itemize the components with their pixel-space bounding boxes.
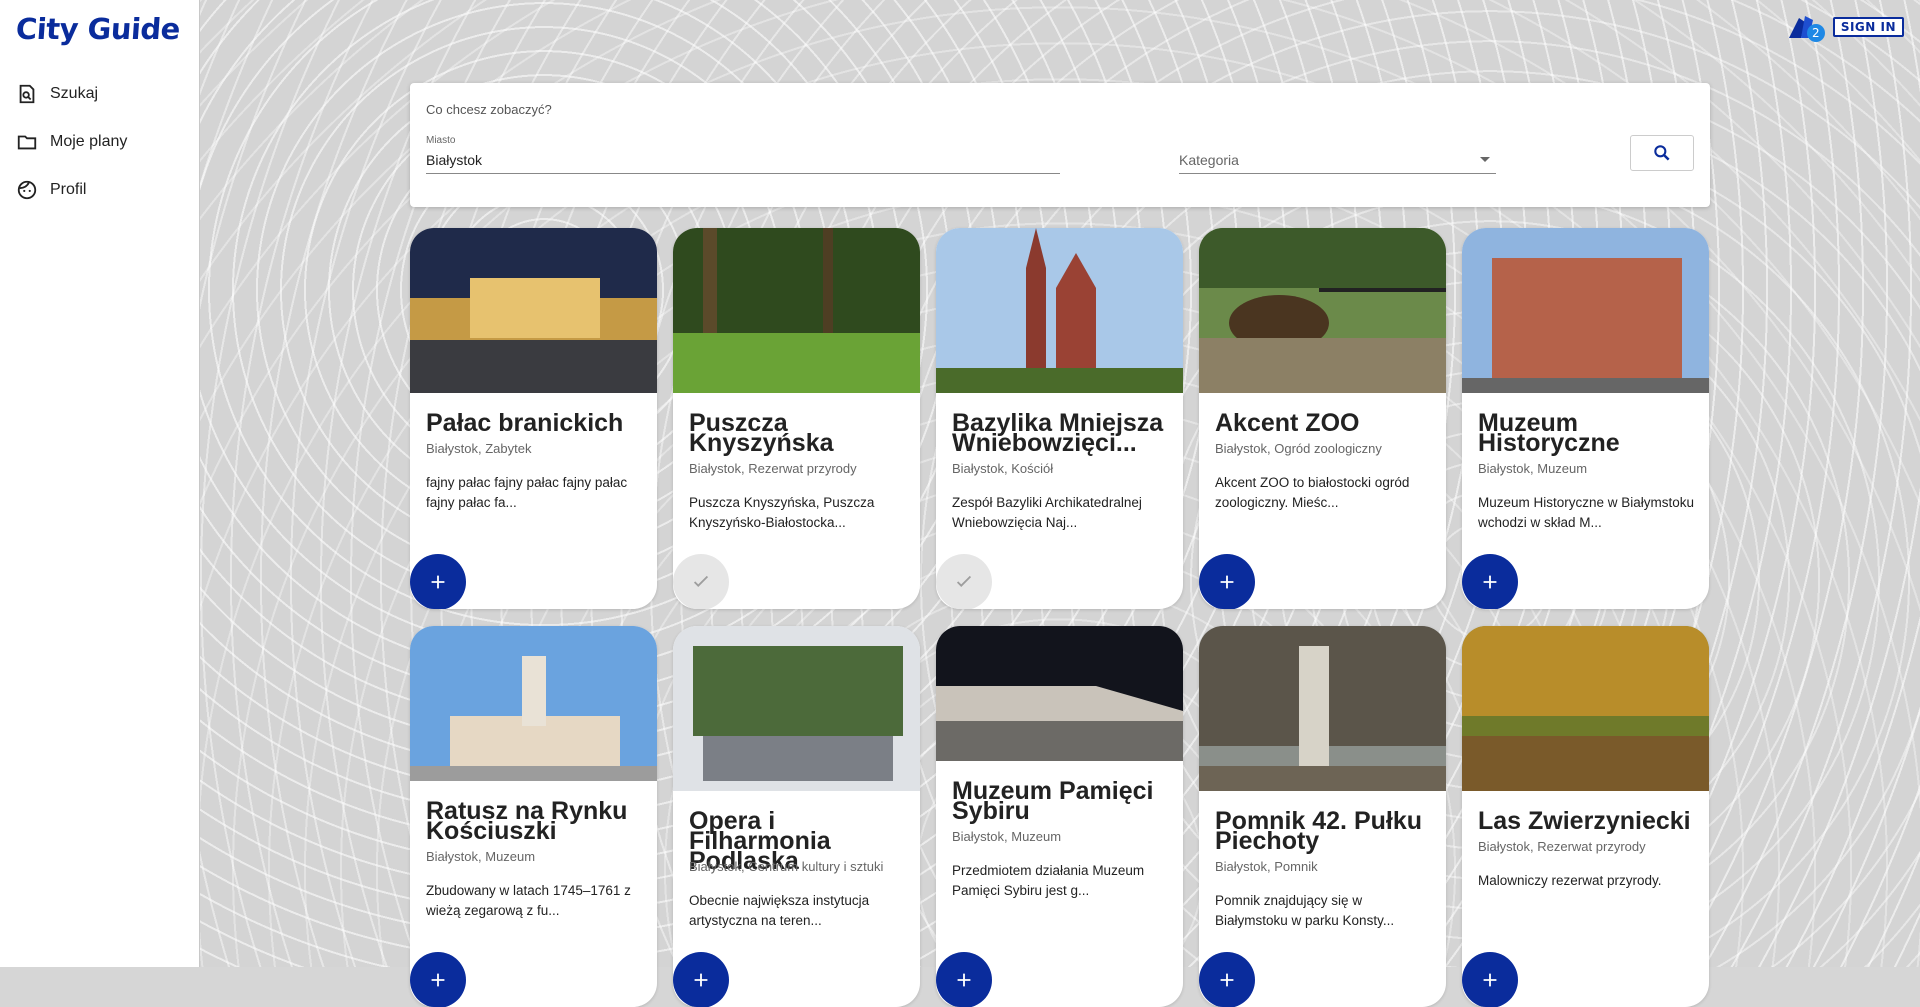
card-subtitle: Białystok, Centrum kultury i sztuki	[689, 859, 884, 874]
search-button[interactable]	[1630, 135, 1694, 171]
plus-icon	[1220, 973, 1234, 987]
card-description: Zespół Bazyliki Archikatedralnej Wniebow…	[952, 495, 1142, 530]
sidebar-item-label: Profil	[50, 181, 87, 198]
card-image	[673, 228, 920, 393]
card-description: Puszcza Knyszyńska, Puszcza Knyszyńsko-B…	[689, 495, 875, 530]
card-title: Bazylika Mniejsza Wniebowzięci...	[952, 409, 1164, 457]
city-field-label: Miasto	[426, 135, 456, 146]
sign-in-button[interactable]: SIGN IN	[1832, 17, 1904, 37]
added-to-plan-button[interactable]	[936, 554, 992, 609]
add-to-plan-button[interactable]	[410, 554, 466, 609]
card-image	[1199, 228, 1446, 393]
sidebar-item-profile[interactable]: Profil	[16, 175, 86, 205]
card-subtitle: Białystok, Muzeum	[426, 849, 536, 864]
card-title: Akcent ZOO	[1215, 409, 1360, 437]
card-description: Malowniczy rezerwat przyrody.	[1478, 873, 1662, 888]
card-image	[936, 228, 1183, 393]
added-to-plan-button[interactable]	[673, 554, 729, 609]
place-card[interactable]: Opera i Filharmonia Podlaska Białystok, …	[673, 626, 920, 1007]
place-card[interactable]: Akcent ZOO Białystok, Ogród zoologiczny …	[1199, 228, 1446, 609]
sidebar: City Guide Szukaj Moje plany Profil	[0, 0, 200, 967]
plus-icon	[1483, 575, 1497, 589]
card-subtitle: Białystok, Zabytek	[426, 441, 532, 456]
card-title: Las Zwierzyniecki	[1478, 807, 1691, 835]
place-card[interactable]: Pałac branickich Białystok, Zabytek fajn…	[410, 228, 657, 609]
city-field[interactable]: Miasto Białystok	[426, 135, 1060, 174]
face-icon	[17, 180, 37, 200]
card-description: Przedmiotem działania Muzeum Pamięci Syb…	[952, 863, 1145, 898]
sidebar-item-plans[interactable]: Moje plany	[16, 127, 127, 157]
sidebar-item-label: Szukaj	[50, 85, 99, 102]
card-description: Obecnie największa instytucja artystyczn…	[689, 893, 870, 928]
place-card[interactable]: Muzeum Pamięci Sybiru Białystok, Muzeum …	[936, 626, 1183, 1007]
notifications-button[interactable]: 2	[1787, 12, 1825, 42]
app-logo[interactable]: City Guide	[15, 12, 181, 46]
card-title: Pałac branickich	[426, 409, 624, 437]
card-title: Puszcza Knyszyńska	[689, 409, 834, 457]
place-card[interactable]: Ratusz na Rynku Kościuszki Białystok, Mu…	[410, 626, 657, 1007]
card-image	[1199, 626, 1446, 791]
city-field-value[interactable]: Białystok	[426, 152, 482, 168]
card-subtitle: Białystok, Muzeum	[1478, 461, 1588, 476]
chevron-down-icon	[1480, 157, 1490, 162]
check-icon	[956, 575, 972, 587]
card-description: Muzeum Historyczne w Białymstoku wchodzi…	[1478, 495, 1695, 530]
card-title: Muzeum Historyczne	[1478, 409, 1620, 457]
add-to-plan-button[interactable]	[410, 952, 466, 1007]
card-title: Ratusz na Rynku Kościuszki	[426, 797, 628, 845]
category-placeholder: Kategoria	[1179, 152, 1239, 168]
card-subtitle: Białystok, Kościół	[952, 461, 1054, 476]
card-description: Pomnik znajdujący się w Białymstoku w pa…	[1215, 893, 1395, 928]
place-card[interactable]: Pomnik 42. Pułku Piechoty Białystok, Pom…	[1199, 626, 1446, 1007]
add-to-plan-button[interactable]	[1199, 554, 1255, 609]
check-icon	[693, 575, 709, 587]
card-description: fajny pałac fajny pałac fajny pałac fajn…	[426, 475, 628, 510]
card-image	[673, 626, 920, 791]
plus-icon	[957, 973, 971, 987]
card-description: Zbudowany w latach 1745–1761 z wieżą zeg…	[426, 883, 631, 918]
card-description: Akcent ZOO to białostocki ogród zoologic…	[1215, 475, 1410, 510]
card-image	[410, 228, 657, 393]
place-card[interactable]: Las Zwierzyniecki Białystok, Rezerwat pr…	[1462, 626, 1709, 1007]
sidebar-item-search[interactable]: Szukaj	[16, 79, 98, 109]
header-actions: 2 SIGN IN	[1787, 12, 1904, 42]
card-image	[936, 626, 1183, 761]
place-card[interactable]: Bazylika Mniejsza Wniebowzięci... Białys…	[936, 228, 1183, 609]
card-image	[410, 626, 657, 781]
card-title: Pomnik 42. Pułku Piechoty	[1215, 807, 1423, 855]
card-image	[1462, 228, 1709, 393]
card-subtitle: Białystok, Ogród zoologiczny	[1215, 441, 1382, 456]
search-title: Co chcesz zobaczyć?	[426, 102, 552, 117]
card-subtitle: Białystok, Pomnik	[1215, 859, 1318, 874]
search-panel: Co chcesz zobaczyć? Miasto Białystok Kat…	[410, 83, 1710, 207]
search-icon	[1654, 145, 1670, 161]
folder-icon	[17, 135, 37, 150]
card-subtitle: Białystok, Muzeum	[952, 829, 1062, 844]
notification-badge: 2	[1806, 24, 1825, 42]
place-card[interactable]: Muzeum Historyczne Białystok, Muzeum Muz…	[1462, 228, 1709, 609]
add-to-plan-button[interactable]	[936, 952, 992, 1007]
category-select[interactable]: Kategoria	[1179, 145, 1496, 174]
plus-icon	[1220, 575, 1234, 589]
plus-icon	[1483, 973, 1497, 987]
search-doc-icon	[19, 84, 35, 104]
add-to-plan-button[interactable]	[1462, 554, 1518, 609]
plus-icon	[431, 973, 445, 987]
plus-icon	[431, 575, 445, 589]
add-to-plan-button[interactable]	[673, 952, 729, 1007]
plus-icon	[694, 973, 708, 987]
add-to-plan-button[interactable]	[1199, 952, 1255, 1007]
card-subtitle: Białystok, Rezerwat przyrody	[1478, 839, 1646, 854]
card-subtitle: Białystok, Rezerwat przyrody	[689, 461, 857, 476]
place-card[interactable]: Puszcza Knyszyńska Białystok, Rezerwat p…	[673, 228, 920, 609]
add-to-plan-button[interactable]	[1462, 952, 1518, 1007]
sidebar-item-label: Moje plany	[50, 133, 128, 150]
card-title: Muzeum Pamięci Sybiru	[952, 777, 1154, 825]
card-image	[1462, 626, 1709, 791]
